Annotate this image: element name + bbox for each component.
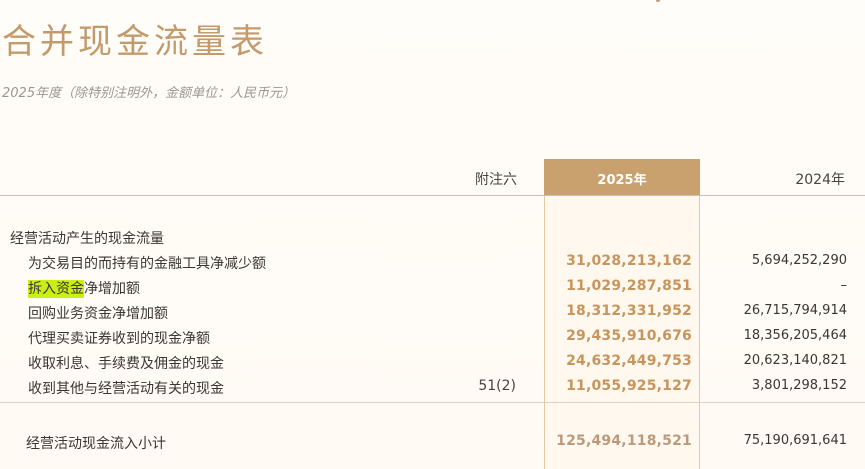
header-divider [0, 195, 865, 196]
row-value-2025: 11,029,287,851 [566, 278, 692, 294]
report-page: 合并现金流量表 2025年度（除特别注明外，金额单位：人民币元） 附注六 202… [0, 0, 865, 469]
row-value-2025: 31,028,213,162 [566, 253, 692, 269]
row-value-2024: 5,694,252,290 [751, 253, 847, 268]
row-label: 收取利息、手续费及佣金的现金 [28, 356, 224, 372]
row-value-2025: 24,632,449,753 [566, 353, 692, 369]
table-row: 拆入资金净增加额 11,029,287,851 – [0, 278, 865, 302]
subtotal-value-2024: 75,190,691,641 [743, 433, 847, 448]
section-title: 经营活动产生的现金流量 [10, 231, 164, 247]
row-label: 拆入资金净增加额 [28, 278, 140, 298]
table-row: 收到其他与经营活动有关的现金 51(2) 11,055,925,127 3,80… [0, 378, 865, 402]
row-label: 收到其他与经营活动有关的现金 [28, 381, 224, 397]
row-note: 51(2) [478, 378, 516, 394]
row-value-2025: 18,312,331,952 [566, 303, 692, 319]
row-label: 为交易目的而持有的金融工具净减少额 [28, 256, 266, 272]
page-title: 合并现金流量表 [2, 22, 268, 62]
table-row: 回购业务资金净增加额 18,312,331,952 26,715,794,914 [0, 303, 865, 327]
table-row: 收取利息、手续费及佣金的现金 24,632,449,753 20,623,140… [0, 353, 865, 377]
row-value-2024: – [840, 278, 848, 293]
row-value-2024: 26,715,794,914 [743, 303, 847, 318]
row-value-2025: 29,435,910,676 [566, 328, 692, 344]
header-note: 附注六 [475, 172, 517, 188]
row-label-rest: 净增加额 [84, 281, 140, 297]
table-row: 代理买卖证券收到的现金净额 29,435,910,676 18,356,205,… [0, 328, 865, 352]
header-2024: 2024年 [795, 172, 845, 188]
subtotal-value-2025: 125,494,118,521 [556, 433, 692, 449]
row-value-2024: 3,801,298,152 [751, 378, 847, 393]
highlighted-text: 拆入资金 [28, 280, 84, 298]
subtotal-row: 经营活动现金流入小计 125,494,118,521 75,190,691,64… [0, 433, 865, 457]
row-label: 代理买卖证券收到的现金净额 [28, 331, 210, 347]
subtotal-label: 经营活动现金流入小计 [26, 436, 166, 452]
section-row: 经营活动产生的现金流量 [0, 228, 865, 252]
table-row: 为交易目的而持有的金融工具净减少额 31,028,213,162 5,694,2… [0, 253, 865, 277]
header-2025: 2025年 [597, 173, 647, 188]
row-value-2024: 20,623,140,821 [743, 353, 847, 368]
row-value-2025: 11,055,925,127 [566, 378, 692, 394]
decorative-dot [656, 0, 660, 2]
row-label: 回购业务资金净增加额 [28, 306, 168, 322]
row-value-2024: 18,356,205,464 [743, 328, 847, 343]
page-subtitle: 2025年度（除特别注明外，金额单位：人民币元） [2, 86, 296, 101]
subtotal-divider [0, 402, 865, 403]
